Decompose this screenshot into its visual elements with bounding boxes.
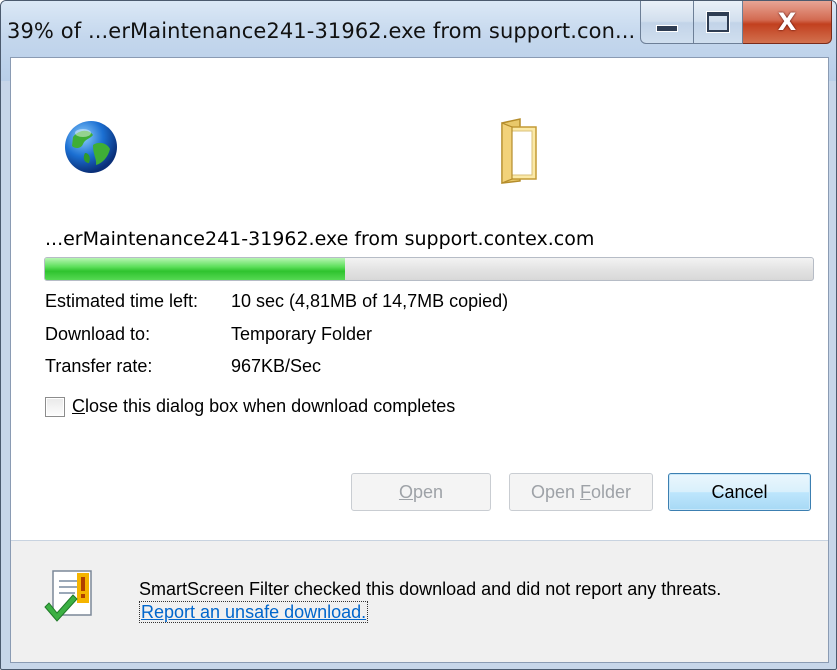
close-on-complete-option[interactable]: Close this dialog box when download comp…: [45, 396, 455, 417]
transfer-rate-row: Transfer rate: 967KB/Sec: [45, 356, 321, 377]
download-dialog-window: 39% of ...erMaintenance241-31962.exe fro…: [0, 0, 837, 670]
minimize-icon: [656, 24, 678, 32]
estimated-time-row: Estimated time left: 10 sec (4,81MB of 14…: [45, 291, 508, 312]
close-on-complete-label[interactable]: Close this dialog box when download comp…: [72, 396, 455, 417]
open-button[interactable]: Open: [351, 473, 491, 511]
minimize-button[interactable]: [640, 1, 694, 44]
close-button[interactable]: X: [743, 1, 832, 44]
window-title: 39% of ...erMaintenance241-31962.exe fro…: [7, 19, 636, 43]
download-to-value: Temporary Folder: [231, 324, 373, 344]
dialog-client-area: ...erMaintenance241-31962.exe from suppo…: [10, 57, 829, 663]
maximize-icon: [707, 12, 729, 32]
estimated-time-value: 10 sec (4,81MB of 14,7MB copied): [231, 291, 509, 311]
window-controls: X: [640, 1, 832, 45]
cancel-button[interactable]: Cancel: [668, 473, 811, 511]
open-folder-button[interactable]: Open Folder: [509, 473, 653, 511]
globe-icon: [65, 121, 117, 173]
close-icon: X: [777, 8, 797, 36]
estimated-time-label: Estimated time left:: [45, 291, 199, 311]
download-panel: ...erMaintenance241-31962.exe from suppo…: [11, 58, 828, 540]
smartscreen-message: SmartScreen Filter checked this download…: [139, 578, 779, 624]
progress-fill: [45, 258, 345, 280]
folder-icon: [501, 118, 537, 184]
maximize-button[interactable]: [694, 1, 743, 44]
smartscreen-shield-icon: [44, 570, 92, 622]
download-progress-bar: [44, 257, 814, 281]
smartscreen-text: SmartScreen Filter checked this download…: [139, 579, 722, 599]
download-filename: ...erMaintenance241-31962.exe from suppo…: [45, 228, 595, 250]
report-unsafe-download-link[interactable]: Report an unsafe download.: [139, 601, 369, 623]
transfer-rate-value: 967KB/Sec: [231, 356, 322, 376]
transfer-rate-label: Transfer rate:: [45, 356, 153, 376]
close-on-complete-checkbox[interactable]: [45, 396, 65, 417]
download-to-label: Download to:: [45, 324, 151, 344]
download-to-row: Download to: Temporary Folder: [45, 324, 372, 345]
